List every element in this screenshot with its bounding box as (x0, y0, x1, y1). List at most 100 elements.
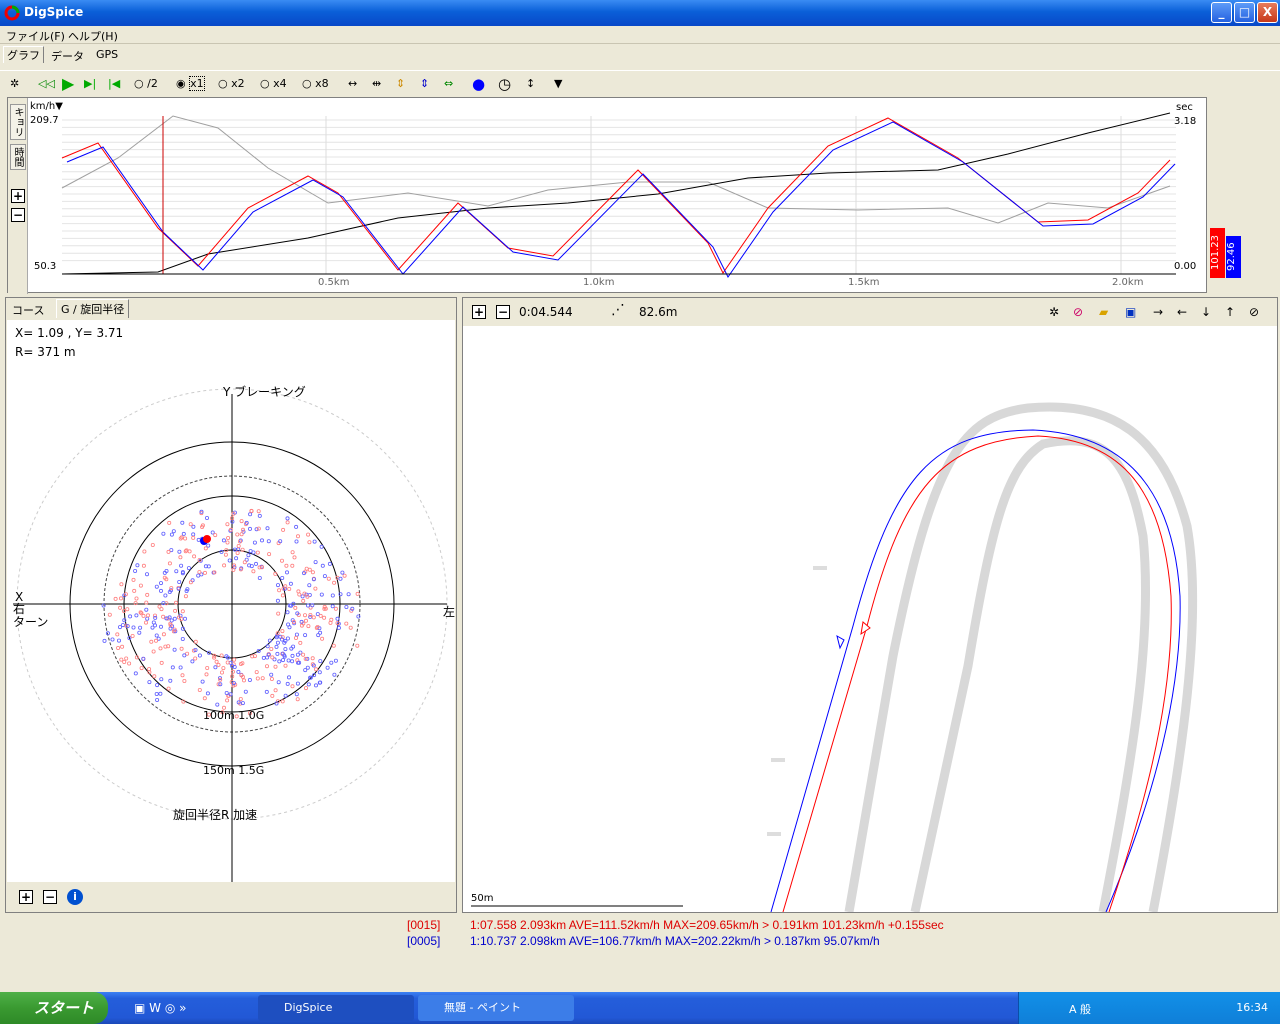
xtick-label: 1.0km (583, 277, 615, 288)
speed-x1-radio[interactable]: ◉ x1 (176, 75, 205, 93)
marker-icon[interactable]: ⇕ (396, 75, 405, 93)
label-braking: Y ブレーキング (223, 385, 306, 399)
arrow-down-icon[interactable]: ↓ (1201, 305, 1211, 319)
ime-indicator[interactable]: A 般 (1069, 1001, 1091, 1017)
tab-data[interactable]: データ (48, 48, 87, 64)
xtick-label: 0.5km (318, 277, 350, 288)
arrow-right-icon[interactable]: → (1153, 305, 1163, 319)
dropdown-icon[interactable]: ▼ (554, 75, 562, 93)
speed-half-radio[interactable]: ○ /2 (134, 75, 158, 93)
ruler-icon[interactable]: ⋰ (611, 302, 625, 318)
window-title: DigSpice (24, 5, 84, 19)
g-panel-tabs: コース G / 旋回半径 (6, 298, 456, 320)
minimize-button[interactable]: _ (1211, 2, 1232, 23)
app-window: DigSpice _ □ X ファイル(F) ヘルプ(H) グラフ データ GP… (0, 0, 1280, 992)
ymin-right: 0.00 (1174, 261, 1197, 272)
speed-x8-radio[interactable]: ○ x8 (302, 75, 329, 93)
label-ring-150: 150m 1.5G (203, 764, 265, 777)
g-readout-xy: X= 1.09 , Y= 3.71 (15, 326, 124, 340)
arrow-left-icon[interactable]: ← (1177, 305, 1187, 319)
tab-gps[interactable]: GPS (93, 48, 121, 61)
map-scale-label: 50m (471, 893, 494, 904)
playback-toolbar: ✲ ◁◁ ▶ ▶| |◀ ○ /2 ◉ x1 ○ x2 ○ x4 ○ x8 ↔ … (0, 70, 1280, 96)
ylabel-right: sec (1176, 102, 1193, 113)
step-forward-icon[interactable]: ▶| (84, 75, 96, 93)
rewind-icon[interactable]: ◁◁ (38, 75, 55, 93)
save-marker-icon[interactable]: ⇕ (420, 75, 429, 93)
map-reset-icon[interactable]: ✲ (1049, 305, 1059, 319)
menu-help[interactable]: ヘルプ(H) (68, 28, 118, 44)
speed-graph[interactable]: キョリ 時間 + − km/h▼ 209.7 50.3 sec 3.18 0.0… (7, 97, 1207, 294)
map-zoom-out-button[interactable]: − (496, 305, 510, 319)
shrink-icon[interactable]: ⇹ (372, 75, 381, 93)
xtick-label: 2.0km (1112, 277, 1144, 288)
system-tray: A 般 16:34 (1018, 992, 1280, 1024)
map-panel: + − 0:04.544 ⋰ 82.6m ✲ ⊘ ▰ ▣ → ← ↓ ↑ ⊘ 5… (462, 297, 1278, 913)
maximize-button[interactable]: □ (1234, 2, 1255, 23)
g-panel: コース G / 旋回半径 X= 1.09 , Y= 3.71 R= 371 m … (5, 297, 457, 913)
gray-series-line (61, 115, 1171, 224)
step-back-icon[interactable]: |◀ (108, 75, 120, 93)
tab-course[interactable]: コース (12, 302, 44, 318)
g-circle-svg (13, 388, 448, 882)
title-bar[interactable]: DigSpice _ □ X (0, 0, 1280, 26)
close-button[interactable]: X (1257, 2, 1278, 23)
g-zoom-out-button[interactable]: − (43, 890, 57, 904)
map-time: 0:04.544 (519, 305, 573, 319)
menu-file[interactable]: ファイル(F) (6, 28, 65, 44)
lap-status: [0015] 1:07.558 2.093km AVE=111.52km/h M… (5, 913, 1278, 991)
label-radius-accel: 旋回半径R 加速 (173, 808, 258, 822)
map-zoom-in-button[interactable]: + (472, 305, 486, 319)
task-paint[interactable]: 無題 - ペイント (418, 995, 574, 1021)
red-series-line (61, 117, 1171, 274)
arrow-up-icon[interactable]: ↑ (1225, 305, 1235, 319)
g-panel-footer: + − i (7, 882, 455, 912)
lap2-id: [0005] (407, 934, 441, 948)
quicklaunch-icons[interactable]: ▣ W ◎ » (134, 1001, 186, 1015)
graph-plot (61, 112, 1176, 278)
tab-graph[interactable]: グラフ (3, 46, 44, 63)
globe-icon[interactable]: ● (472, 75, 485, 93)
label-right-turn: 右 ターン (13, 602, 49, 629)
g-circle-plot[interactable]: X= 1.09 , Y= 3.71 R= 371 m Y ブレーキング X 右 … (7, 320, 455, 882)
speed-x4-radio[interactable]: ○ x4 (260, 75, 287, 93)
map-toolbar: + − 0:04.544 ⋰ 82.6m ✲ ⊘ ▰ ▣ → ← ↓ ↑ ⊘ (463, 298, 1277, 326)
taskbar: スタート ▣ W ◎ » DigSpice 無題 - ペイント A 般 16:3… (0, 992, 1280, 1024)
g-zoom-in-button[interactable]: + (19, 890, 33, 904)
blue-series-line (66, 121, 1176, 278)
lap2-summary: 1:10.737 2.098km AVE=106.77km/h MAX=202.… (470, 934, 880, 948)
lap1-id: [0015] (407, 918, 441, 932)
map-distance: 82.6m (639, 305, 678, 319)
start-button[interactable]: スタート (0, 992, 108, 1024)
course-map[interactable] (463, 326, 1277, 912)
task-digspice[interactable]: DigSpice (258, 995, 414, 1021)
ymax-left: 209.7 (30, 115, 59, 126)
app-logo-icon (4, 5, 20, 21)
clock-icon[interactable]: ◷ (498, 75, 511, 93)
play-icon[interactable]: ▶ (62, 75, 74, 93)
clip-icon[interactable]: ⊘ (1073, 305, 1083, 319)
legend-blue-value: 92.46 (1226, 236, 1241, 278)
speed-x2-radio[interactable]: ○ x2 (218, 75, 245, 93)
vertical-range-icon[interactable]: ↕ (526, 75, 535, 93)
label-left: 左 (443, 605, 456, 619)
clock: 16:34 (1236, 1001, 1268, 1014)
legend-red-value: 101.23 (1210, 228, 1225, 278)
open-folder-icon[interactable]: ▰ (1099, 305, 1108, 319)
label-ring-100: 100m 1.0G (203, 709, 265, 722)
save-icon[interactable]: ▣ (1125, 305, 1136, 319)
info-icon[interactable]: i (67, 889, 83, 905)
align-icon[interactable]: ⇔ (444, 75, 453, 93)
eraser-icon[interactable]: ⊘ (1249, 305, 1259, 319)
lap1-summary: 1:07.558 2.093km AVE=111.52km/h MAX=209.… (470, 918, 944, 932)
reset-icon[interactable]: ✲ (10, 75, 19, 93)
expand-icon[interactable]: ↔ (348, 75, 357, 93)
menu-bar: ファイル(F) ヘルプ(H) (0, 26, 1280, 44)
ymax-right: 3.18 (1174, 116, 1197, 127)
g-readout-r: R= 371 m (15, 345, 76, 359)
blue-car-marker (836, 634, 845, 650)
ylabel-left[interactable]: km/h▼ (30, 101, 63, 112)
xtick-label: 1.5km (848, 277, 880, 288)
main-tabs: グラフ データ GPS (0, 45, 1280, 65)
tab-g-radius[interactable]: G / 旋回半径 (56, 299, 130, 318)
